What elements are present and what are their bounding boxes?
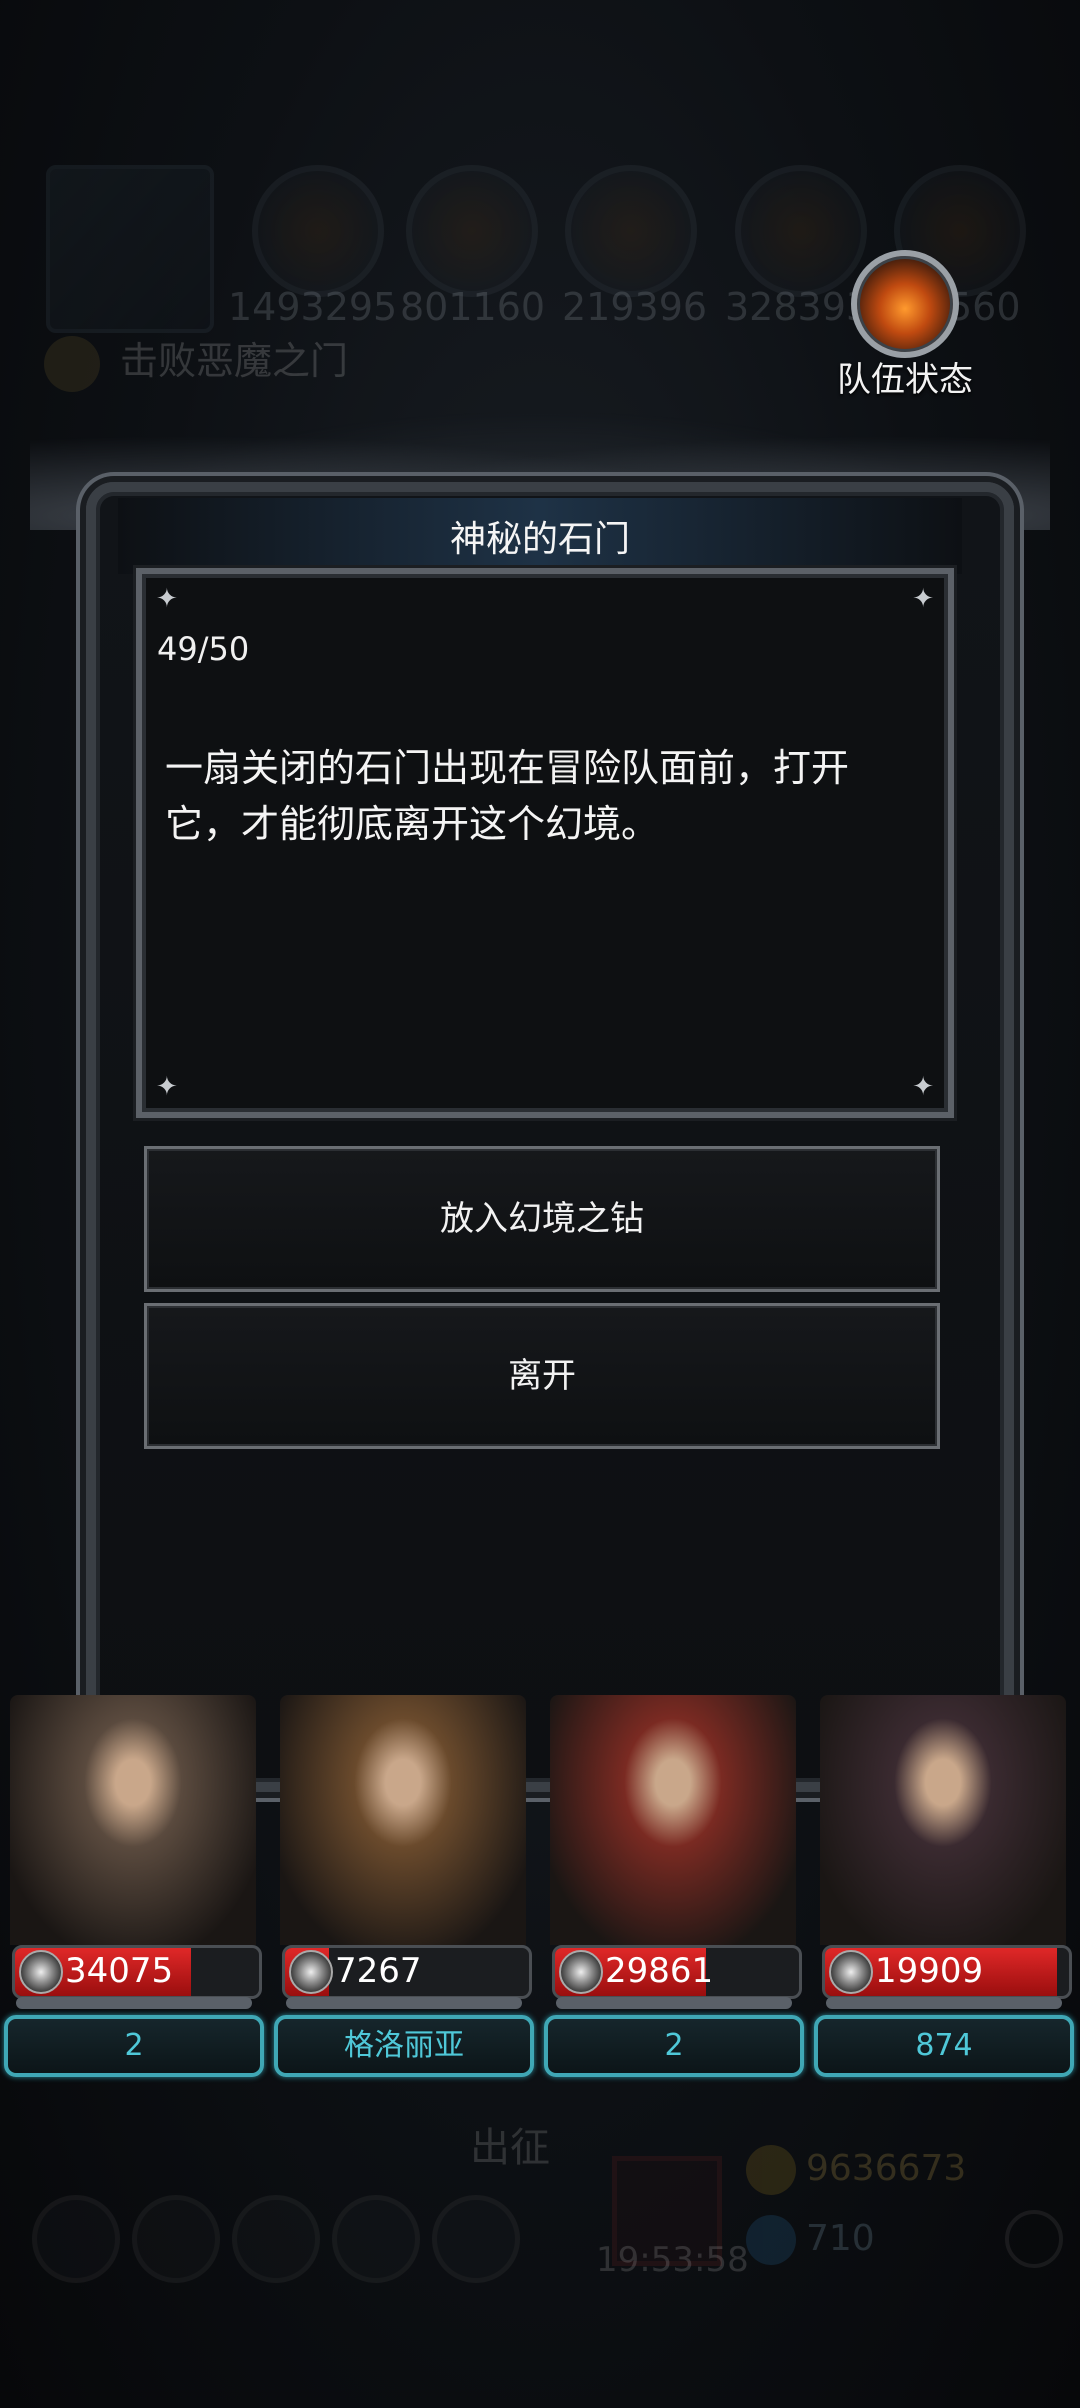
hero-name-plate: 2 bbox=[4, 2015, 264, 2077]
menu-round-icon[interactable] bbox=[132, 2195, 220, 2283]
gold-value: 9636673 bbox=[806, 2148, 967, 2189]
hero-name-plate: 2 bbox=[544, 2015, 804, 2077]
hero-name-plate: 格洛丽亚 bbox=[274, 2015, 534, 2077]
hero-hp-bar: 34075 bbox=[12, 1945, 262, 1999]
leave-button[interactable]: 离开 bbox=[144, 1303, 940, 1449]
event-progress-counter: 49/50 bbox=[157, 630, 250, 668]
event-description: 一扇关闭的石门出现在冒险队面前，打开它，才能彻底离开这个幻境。 bbox=[165, 746, 850, 846]
hero-hp-bar: 19909 bbox=[822, 1945, 1072, 1999]
hero-hp-value: 19909 bbox=[875, 1951, 984, 1991]
quest-label: 击败恶魔之门 bbox=[120, 339, 349, 383]
hero-hp-value: 7267 bbox=[335, 1951, 422, 1991]
hero-portrait bbox=[280, 1695, 526, 1945]
menu-round-icon[interactable] bbox=[232, 2195, 320, 2283]
flame-emblem-icon bbox=[851, 250, 959, 358]
hero-hp-value: 34075 bbox=[65, 1951, 174, 1991]
gold-counter: 9636673 bbox=[746, 2145, 966, 2195]
hero-energy-bar bbox=[826, 1997, 1062, 2009]
sword-emblem-icon bbox=[289, 1950, 333, 1994]
resource-icon bbox=[406, 165, 538, 297]
hero-portrait bbox=[550, 1695, 796, 1945]
hero-hp-bar: 7267 bbox=[282, 1945, 532, 1999]
hero-energy-bar bbox=[556, 1997, 792, 2009]
hero-hp-bar: 29861 bbox=[552, 1945, 802, 1999]
resource-count: 1493295 bbox=[228, 285, 398, 329]
sparkle-icon: ✦ bbox=[912, 584, 934, 614]
hero-card[interactable]: 29861 2 bbox=[542, 1695, 804, 2077]
resource-count: 801160 bbox=[400, 285, 546, 329]
sword-emblem-icon bbox=[829, 1950, 873, 1994]
quest-icon bbox=[44, 335, 100, 392]
resource-icon bbox=[252, 165, 384, 297]
gold-coin-icon bbox=[746, 2145, 796, 2195]
hero-energy-bar bbox=[16, 1997, 252, 2009]
resource-count: 219396 bbox=[562, 285, 708, 329]
quest-tracker[interactable]: 击败恶魔之门 bbox=[44, 330, 348, 392]
menu-round-icon[interactable] bbox=[432, 2195, 520, 2283]
sparkle-icon: ✦ bbox=[912, 1072, 934, 1102]
hero-energy-bar bbox=[286, 1997, 522, 2009]
hero-portrait bbox=[10, 1695, 256, 1945]
deploy-label[interactable]: 出征 bbox=[470, 2115, 550, 2173]
dialog-title: 神秘的石门 bbox=[449, 519, 630, 560]
hero-card[interactable]: 7267 格洛丽亚 bbox=[272, 1695, 534, 2077]
hero-card[interactable]: 34075 2 bbox=[2, 1695, 264, 2077]
player-portrait[interactable] bbox=[46, 165, 214, 333]
sparkle-icon: ✦ bbox=[156, 1072, 178, 1102]
sparkle-icon: ✦ bbox=[156, 584, 178, 614]
sword-emblem-icon bbox=[559, 1950, 603, 1994]
hero-name-plate: 874 bbox=[814, 2015, 1074, 2077]
sword-emblem-icon bbox=[19, 1950, 63, 1994]
gem-icon bbox=[746, 2215, 796, 2265]
menu-round-icon[interactable] bbox=[332, 2195, 420, 2283]
gem-counter: 710 bbox=[746, 2215, 875, 2265]
resource-icon bbox=[565, 165, 697, 297]
hero-card[interactable]: 19909 874 bbox=[812, 1695, 1074, 2077]
menu-round-icon[interactable] bbox=[32, 2195, 120, 2283]
gem-value: 710 bbox=[806, 2218, 875, 2259]
hero-hp-value: 29861 bbox=[605, 1951, 714, 1991]
add-currency-icon[interactable] bbox=[1005, 2210, 1063, 2268]
hero-portrait bbox=[820, 1695, 1066, 1945]
team-status-button[interactable]: 队伍状态 bbox=[835, 250, 975, 401]
insert-diamond-button[interactable]: 放入幻境之钻 bbox=[144, 1146, 940, 1292]
gift-timer: 19:53:58 bbox=[596, 2240, 749, 2280]
